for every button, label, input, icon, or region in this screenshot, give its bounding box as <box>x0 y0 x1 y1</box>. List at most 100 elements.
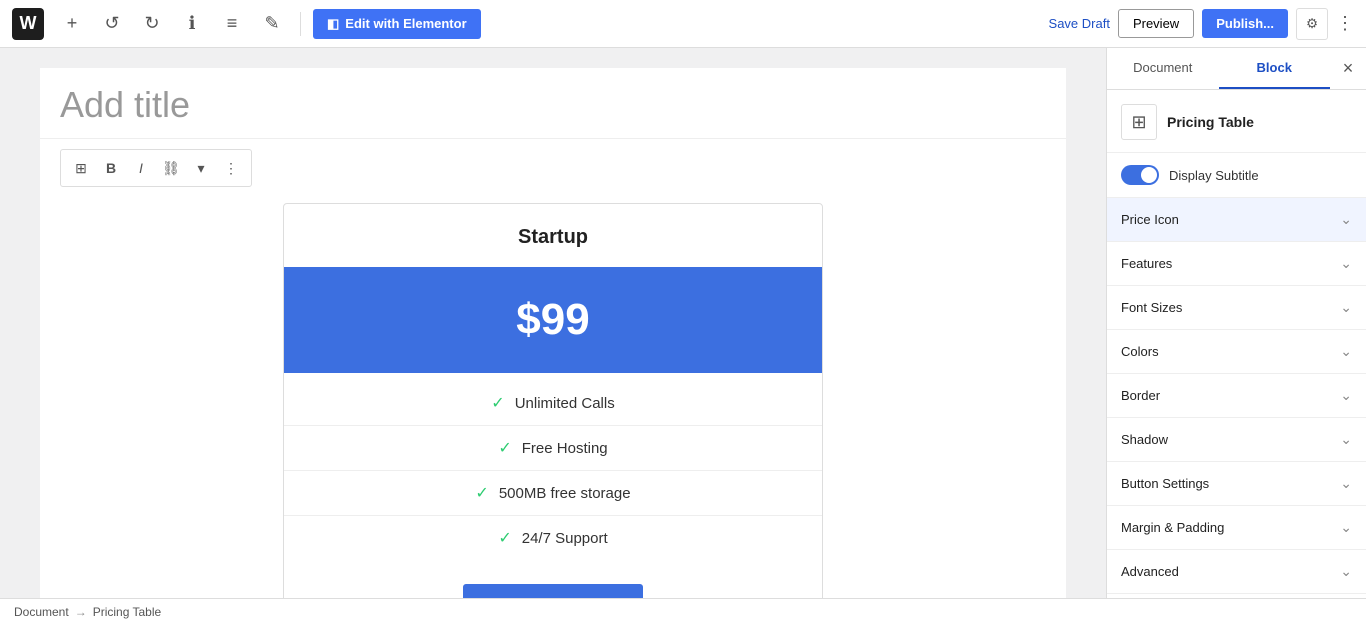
accordion-shadow[interactable]: Shadow ⌄ <box>1107 418 1366 462</box>
edit-elementor-button[interactable]: ◧ Edit with Elementor <box>313 9 481 39</box>
check-icon: ✓ <box>498 438 511 458</box>
breadcrumb: Document → Pricing Table <box>0 598 1366 625</box>
elementor-icon: ◧ <box>327 16 339 32</box>
italic-button[interactable]: I <box>127 154 155 182</box>
link-icon: ⛓ <box>162 160 180 177</box>
link-button[interactable]: ⛓ <box>157 154 185 182</box>
list-item: ✓ 24/7 Support <box>284 516 822 560</box>
add-icon: + <box>67 13 78 34</box>
check-icon: ✓ <box>491 393 504 413</box>
chevron-down-icon: ⌄ <box>1340 255 1352 272</box>
accordion-button-settings[interactable]: Button Settings ⌄ <box>1107 462 1366 506</box>
tools-button[interactable]: ✎ <box>256 8 288 40</box>
feature-text: Free Hosting <box>522 440 608 457</box>
info-icon: ℹ <box>189 13 196 34</box>
block-type-button[interactable]: ⊞ <box>67 154 95 182</box>
pricing-button-area: Choose Plan <box>284 568 822 598</box>
chevron-down-icon: ⌄ <box>1340 211 1352 228</box>
chevron-down-icon: ⌄ <box>1340 431 1352 448</box>
price-value: $99 <box>300 295 806 345</box>
feature-text: Unlimited Calls <box>515 395 615 412</box>
accordion-price-icon[interactable]: Price Icon ⌄ <box>1107 198 1366 242</box>
wp-logo: W <box>12 8 44 40</box>
pencil-icon: ✎ <box>264 13 279 34</box>
bold-icon: B <box>106 160 116 176</box>
display-subtitle-label: Display Subtitle <box>1169 168 1259 183</box>
list-item: ✓ Free Hosting <box>284 426 822 471</box>
page-title[interactable]: Add title <box>40 68 1066 139</box>
display-subtitle-toggle[interactable] <box>1121 165 1159 185</box>
accordion-label: Button Settings <box>1121 476 1209 491</box>
list-icon: ≡ <box>227 13 238 34</box>
info-button[interactable]: ℹ <box>176 8 208 40</box>
block-info-row: ⊞ Pricing Table <box>1107 90 1366 153</box>
tab-document[interactable]: Document <box>1107 48 1219 89</box>
pricing-card: Startup $99 ✓ Unlimited Calls ✓ Free Hos… <box>283 203 823 598</box>
accordion-label: Advanced <box>1121 564 1179 579</box>
sidebar-close-button[interactable]: × <box>1330 51 1366 87</box>
sidebar-tabs: Document Block × <box>1107 48 1366 90</box>
bold-button[interactable]: B <box>97 154 125 182</box>
undo-icon: ↺ <box>104 13 119 34</box>
accordion-label: Features <box>1121 256 1172 271</box>
toggle-knob <box>1141 167 1157 183</box>
accordion-label: Colors <box>1121 344 1159 359</box>
redo-button[interactable]: ↻ <box>136 8 168 40</box>
more-options-button[interactable]: ⋮ <box>1336 13 1354 34</box>
block-more-button[interactable]: ⋮ <box>217 154 245 182</box>
settings-button[interactable]: ⚙ <box>1296 8 1328 40</box>
display-subtitle-row: Display Subtitle <box>1107 153 1366 198</box>
plan-name: Startup <box>300 226 806 249</box>
choose-plan-button[interactable]: Choose Plan <box>463 584 644 598</box>
accordion-colors[interactable]: Colors ⌄ <box>1107 330 1366 374</box>
accordion-font-sizes[interactable]: Font Sizes ⌄ <box>1107 286 1366 330</box>
block-toolbar: ⊞ B I ⛓ ▾ ⋮ <box>60 149 252 187</box>
add-block-button[interactable]: + <box>56 8 88 40</box>
preview-button[interactable]: Preview <box>1118 9 1194 38</box>
editor-inner: Add title ⊞ B I ⛓ ▾ ⋮ <box>40 68 1066 598</box>
save-draft-button[interactable]: Save Draft <box>1049 16 1110 31</box>
chevron-down-icon: ▾ <box>197 160 204 177</box>
accordion-label: Font Sizes <box>1121 300 1182 315</box>
accordion-border[interactable]: Border ⌄ <box>1107 374 1366 418</box>
feature-text: 500MB free storage <box>499 485 631 502</box>
list-view-button[interactable]: ≡ <box>216 8 248 40</box>
block-icon-label: ⊞ <box>1131 112 1146 133</box>
accordion-features[interactable]: Features ⌄ <box>1107 242 1366 286</box>
accordion-label: Margin & Padding <box>1121 520 1224 535</box>
check-icon: ✓ <box>498 528 511 548</box>
redo-icon: ↻ <box>144 13 159 34</box>
chevron-button[interactable]: ▾ <box>187 154 215 182</box>
close-icon: × <box>1343 58 1354 79</box>
kebab-icon: ⋮ <box>1336 13 1354 34</box>
main-layout: Add title ⊞ B I ⛓ ▾ ⋮ <box>0 48 1366 598</box>
pricing-card-wrapper: Startup $99 ✓ Unlimited Calls ✓ Free Hos… <box>40 187 1066 598</box>
accordion-advanced[interactable]: Advanced ⌄ <box>1107 550 1366 594</box>
features-list: ✓ Unlimited Calls ✓ Free Hosting ✓ 500MB… <box>284 373 822 568</box>
top-toolbar: W + ↺ ↻ ℹ ≡ ✎ ◧ Edit with Elementor Save… <box>0 0 1366 48</box>
price-box: $99 <box>284 267 822 373</box>
chevron-down-icon: ⌄ <box>1340 387 1352 404</box>
accordion-label: Price Icon <box>1121 212 1179 227</box>
list-item: ✓ Unlimited Calls <box>284 381 822 426</box>
undo-button[interactable]: ↺ <box>96 8 128 40</box>
kebab-vertical-icon: ⋮ <box>224 160 238 177</box>
right-sidebar: Document Block × ⊞ Pricing Table Display… <box>1106 48 1366 598</box>
toolbar-divider <box>300 12 301 36</box>
breadcrumb-current: Pricing Table <box>93 605 161 619</box>
pricing-card-header: Startup <box>284 204 822 267</box>
list-item: ✓ 500MB free storage <box>284 471 822 516</box>
toolbar-right: Save Draft Preview Publish... ⚙ ⋮ <box>1049 8 1354 40</box>
accordion-margin-padding[interactable]: Margin & Padding ⌄ <box>1107 506 1366 550</box>
chevron-down-icon: ⌄ <box>1340 475 1352 492</box>
breadcrumb-arrow: → <box>75 605 87 619</box>
tab-block[interactable]: Block <box>1219 48 1331 89</box>
gear-icon: ⚙ <box>1306 16 1318 32</box>
breadcrumb-root[interactable]: Document <box>14 605 69 619</box>
chevron-down-icon: ⌄ <box>1340 563 1352 580</box>
accordion-label: Shadow <box>1121 432 1168 447</box>
chevron-down-icon: ⌄ <box>1340 299 1352 316</box>
publish-button[interactable]: Publish... <box>1202 9 1288 38</box>
edit-elementor-label: Edit with Elementor <box>345 16 466 31</box>
chevron-down-icon: ⌄ <box>1340 519 1352 536</box>
